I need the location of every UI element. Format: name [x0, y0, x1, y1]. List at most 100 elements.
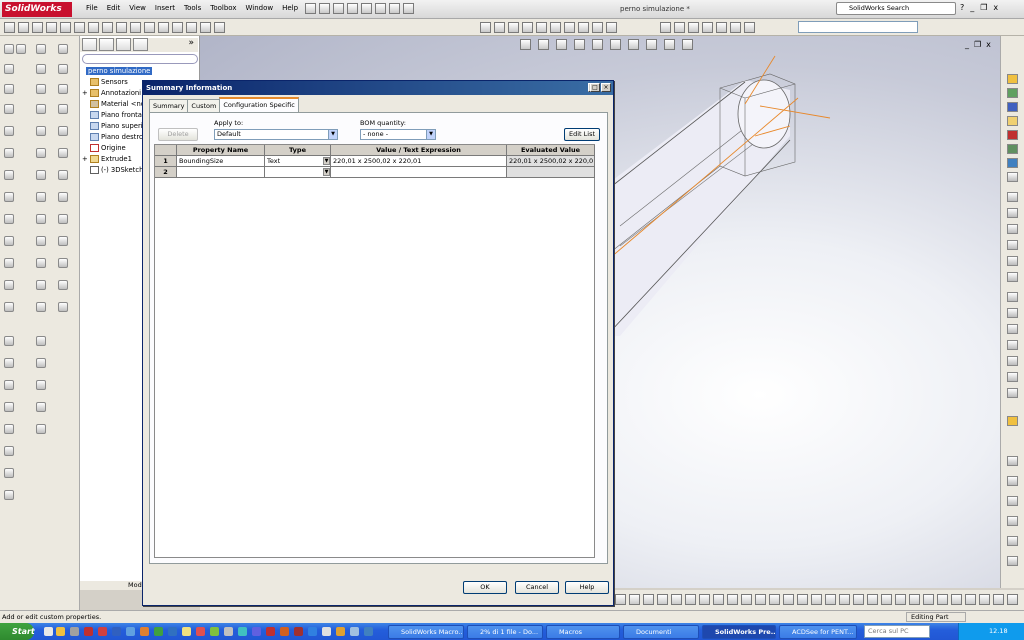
fillet-tool-icon[interactable]	[36, 84, 46, 94]
isometric-view-icon[interactable]	[564, 22, 575, 33]
quick-launch-8-icon[interactable]	[140, 627, 149, 636]
measure-tool-icon[interactable]	[4, 402, 14, 412]
property-name-cell[interactable]: BoundingSize	[177, 156, 265, 167]
type-cell[interactable]: ▼	[265, 167, 331, 178]
task-solidworks-premium[interactable]: SolidWorks Pre...	[702, 625, 776, 639]
helix-tool-icon[interactable]	[4, 280, 14, 290]
centerline-tool-icon[interactable]	[36, 126, 46, 136]
rotate-tool-icon[interactable]	[36, 236, 46, 246]
annotation-tool-icon[interactable]	[4, 468, 14, 478]
statistics-icon[interactable]	[881, 594, 892, 605]
task-solidworks-macro[interactable]: SolidWorks Macro...	[388, 625, 464, 639]
menu-help[interactable]: Help	[282, 4, 298, 12]
search-tab-icon[interactable]	[1007, 130, 1018, 140]
menu-insert[interactable]: Insert	[155, 4, 175, 12]
dimxpert-icon[interactable]	[979, 594, 990, 605]
quick-launch-19-icon[interactable]	[294, 627, 303, 636]
undercut-icon[interactable]	[811, 594, 822, 605]
tree-item-piano-destro[interactable]: Piano destro	[82, 133, 143, 141]
deviation-icon[interactable]	[853, 594, 864, 605]
quick-launch-2-icon[interactable]	[56, 627, 65, 636]
quick-launch-21-icon[interactable]	[322, 627, 331, 636]
tree-item-annotazioni[interactable]: + Annotazioni	[82, 89, 141, 97]
quick-launch-4-icon[interactable]	[84, 627, 93, 636]
home-icon[interactable]	[1007, 74, 1018, 84]
zebra-icon[interactable]	[783, 594, 794, 605]
dimxpert-tab-icon[interactable]	[133, 38, 148, 51]
chamfer-icon[interactable]	[172, 22, 183, 33]
wrap-tool-icon[interactable]	[58, 302, 68, 312]
customize-icon[interactable]	[744, 22, 755, 33]
custom-properties-icon[interactable]	[1007, 172, 1018, 182]
expander[interactable]: +	[82, 89, 88, 97]
tab-summary[interactable]: Summary	[149, 99, 189, 112]
sketch-line-icon[interactable]	[1007, 256, 1018, 266]
curvature-icon[interactable]	[769, 594, 780, 605]
view-roll-icon[interactable]	[657, 594, 668, 605]
bom-quantity-select[interactable]: - none - ▼	[360, 129, 436, 140]
tree-item-piano-superiore[interactable]: Piano superio	[82, 122, 147, 130]
view-palette-icon[interactable]	[1007, 144, 1018, 154]
sketch-pattern-icon[interactable]	[1007, 372, 1018, 382]
appearances-icon[interactable]	[1007, 158, 1018, 168]
pattern-icon[interactable]	[214, 22, 225, 33]
view-pan-icon[interactable]	[629, 594, 640, 605]
convert-tool-icon[interactable]	[4, 192, 14, 202]
note-tool-icon[interactable]	[4, 490, 14, 500]
tree-item-extrude1[interactable]: + Extrude1	[82, 155, 132, 163]
circle-icon[interactable]	[60, 22, 71, 33]
weld-tool-icon[interactable]	[4, 336, 14, 346]
help-icon[interactable]: ?	[960, 3, 964, 12]
dialog-maximize-button[interactable]: □	[590, 83, 600, 92]
menu-file[interactable]: File	[86, 4, 98, 12]
flex-tool-icon[interactable]	[58, 236, 68, 246]
menu-edit[interactable]: Edit	[107, 4, 121, 12]
start-button[interactable]: Start	[0, 623, 35, 640]
section-tool-icon[interactable]	[4, 424, 14, 434]
back-view-icon[interactable]	[494, 22, 505, 33]
zoom-to-fit-icon[interactable]	[520, 39, 531, 50]
rib-tool-icon[interactable]	[58, 192, 68, 202]
quick-launch-18-icon[interactable]	[280, 627, 289, 636]
property-manager-tab-icon[interactable]	[99, 38, 114, 51]
relations-tool-icon[interactable]	[4, 214, 14, 224]
tab-configuration-specific[interactable]: Configuration Specific	[219, 97, 299, 112]
thread-tool-icon[interactable]	[4, 302, 14, 312]
offset-tool-icon[interactable]	[4, 170, 14, 180]
polygon-tool-icon[interactable]	[36, 104, 46, 114]
quick-launch-11-icon[interactable]	[182, 627, 191, 636]
scale-tool-icon[interactable]	[36, 302, 46, 312]
quick-launch-13-icon[interactable]	[210, 627, 219, 636]
fillet-icon[interactable]	[158, 22, 169, 33]
shell-tool-icon[interactable]	[58, 148, 68, 158]
revolve-icon[interactable]	[144, 22, 155, 33]
sketch-circle-icon[interactable]	[1007, 224, 1018, 234]
trim-tool-icon[interactable]	[36, 148, 46, 158]
check-icon[interactable]	[867, 594, 878, 605]
clock[interactable]: 12.18	[989, 627, 1008, 635]
import-diag-icon[interactable]	[909, 594, 920, 605]
feature-tree-tab-icon[interactable]	[82, 38, 97, 51]
line-tool-icon[interactable]	[36, 44, 46, 54]
property-name-cell[interactable]	[177, 167, 265, 178]
column-property-name[interactable]: Property Name	[177, 145, 265, 156]
task-documenti-folder[interactable]: Documenti	[623, 625, 699, 639]
quick-launch-15-icon[interactable]	[238, 627, 247, 636]
menu-window[interactable]: Window	[245, 4, 273, 12]
menu-toolbox[interactable]: Toolbox	[210, 4, 236, 12]
spline-tool-icon[interactable]	[4, 104, 14, 114]
column-value-text-expression[interactable]: Value / Text Expression	[331, 145, 507, 156]
move-tool-icon[interactable]	[36, 214, 46, 224]
apply-to-select[interactable]: Default ▼	[214, 129, 338, 140]
tree-item-3dsketch2[interactable]: (-) 3DSketch2	[82, 166, 148, 174]
sketch-icon[interactable]	[4, 22, 15, 33]
dropdown-arrow-icon[interactable]: ▼	[426, 130, 435, 139]
quick-launch-16-icon[interactable]	[252, 627, 261, 636]
expander[interactable]: +	[82, 155, 88, 163]
new-document-icon[interactable]	[305, 3, 316, 14]
new-macro-icon[interactable]	[702, 22, 713, 33]
shaded-edges-icon[interactable]	[713, 594, 724, 605]
quick-launch-24-icon[interactable]	[364, 627, 373, 636]
solidworks-logo[interactable]: SolidWorks	[2, 2, 72, 17]
annotation-note-icon[interactable]	[1007, 456, 1018, 466]
